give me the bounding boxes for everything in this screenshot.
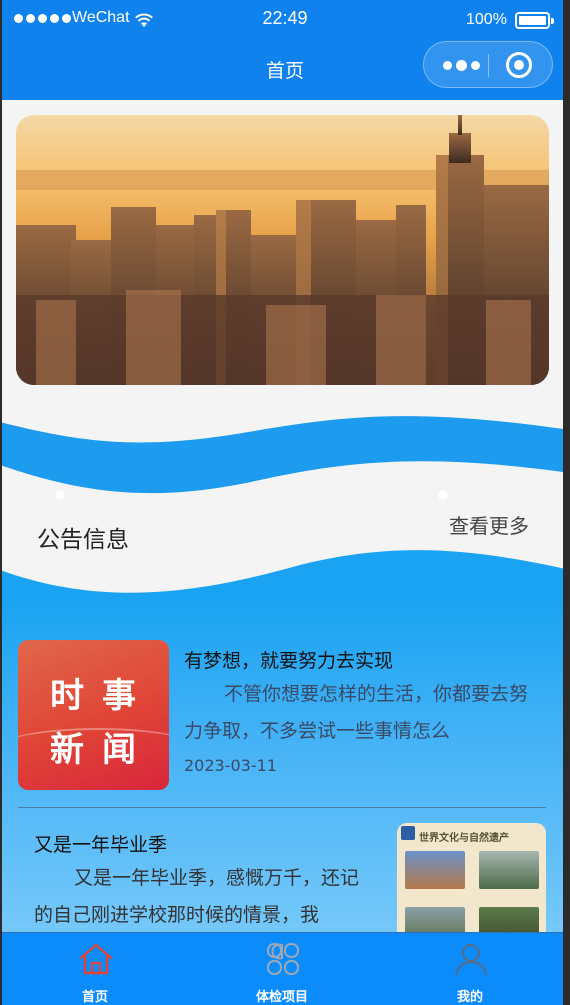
header: WeChat 22:49 100% 首页: [0, 0, 570, 100]
thumb-decor-wave: [18, 728, 169, 768]
battery-icon: [515, 12, 554, 29]
news-headline: 又是一年毕业季: [34, 834, 168, 856]
tab-label: 我的: [456, 990, 483, 1005]
heritage-photo: [405, 851, 465, 889]
grid-icon: [267, 943, 299, 975]
news-headline: 有梦想，就要努力去实现: [184, 650, 394, 672]
decor-bubble: [55, 490, 65, 500]
banner-image[interactable]: [16, 115, 549, 385]
decor-bubble: [438, 490, 448, 500]
close-mini-program-icon[interactable]: [506, 52, 532, 78]
tab-home[interactable]: 首页: [0, 933, 190, 1005]
tab-label: 首页: [81, 990, 108, 1005]
news-snippet: 又是一年毕业季，感慨万千，还记的自己刚进学校那时候的情景，我: [34, 867, 360, 926]
news-card[interactable]: 又是一年毕业季 又是一年毕业季，感慨万千，还记的自己刚进学校那时候的情景，我 世…: [18, 823, 548, 948]
status-bar: WeChat 22:49 100%: [0, 0, 570, 40]
thumb-char: 时: [50, 676, 84, 716]
frame-edge-left: [0, 0, 2, 1005]
frame-edge-right: [563, 0, 570, 1005]
news-date: 2023-03-11: [184, 756, 277, 775]
more-options-icon[interactable]: [439, 58, 483, 72]
news-thumbnail: 时 事 新 闻: [18, 640, 169, 790]
user-icon: [455, 944, 487, 976]
capsule-divider: [488, 54, 489, 77]
heritage-logo-icon: [401, 826, 415, 840]
tab-checkup-items[interactable]: 体检项目: [187, 933, 377, 1005]
tab-profile[interactable]: 我的: [375, 933, 565, 1005]
tab-bar: 首页 体检项目 我的: [0, 932, 570, 1005]
thumb-char: 事: [102, 676, 136, 716]
news-thumbnail: 世界文化与自然遗产: [397, 823, 546, 948]
battery-percent: 100%: [466, 11, 507, 28]
mini-program-capsule: [423, 41, 553, 88]
view-more-link[interactable]: 查看更多: [449, 510, 529, 539]
thumb-title: 世界文化与自然遗产: [419, 833, 509, 844]
tab-label: 体检项目: [255, 990, 308, 1005]
notice-section-title: 公告信息: [37, 527, 129, 553]
home-icon: [79, 943, 113, 975]
heritage-photo: [479, 851, 539, 889]
card-divider: [18, 807, 546, 808]
news-card[interactable]: 时 事 新 闻 有梦想，就要努力去实现 不管你想要怎样的生活，你都要去努力争取，…: [18, 640, 548, 800]
news-snippet: 不管你想要怎样的生活，你都要去努力争取，不多尝试一些事情怎么: [184, 683, 529, 742]
